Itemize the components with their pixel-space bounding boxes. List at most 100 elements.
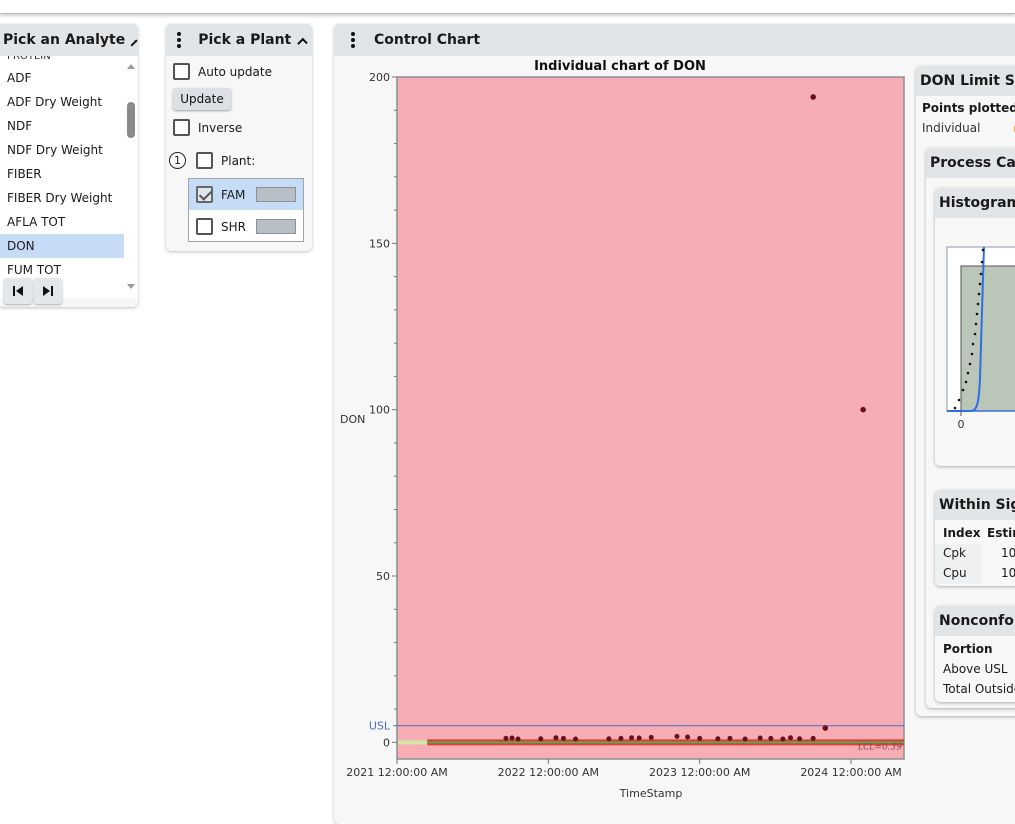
- plant-panel-header[interactable]: Pick a Plant: [166, 24, 312, 56]
- plant-item-shr[interactable]: SHR: [189, 211, 303, 242]
- cdf-dot: [968, 362, 972, 366]
- analyte-item-afla-tot[interactable]: AFLA TOT: [0, 210, 124, 234]
- analyte-item-fiber-dry-weight[interactable]: FIBER Dry Weight: [0, 186, 124, 210]
- first-item-button[interactable]: [4, 278, 32, 304]
- histogram-panel: Histogram 0: [935, 188, 1015, 466]
- kebab-menu-icon[interactable]: [172, 32, 186, 48]
- process-capability-header[interactable]: Process Cap: [926, 148, 1015, 178]
- data-point[interactable]: [780, 736, 786, 742]
- y-tick-label: 50: [376, 570, 390, 583]
- plant-fam-color-swatch[interactable]: [256, 187, 296, 202]
- cdf-dot: [971, 342, 975, 346]
- histogram-chart[interactable]: 0: [935, 218, 1015, 466]
- data-point[interactable]: [573, 736, 579, 742]
- chevron-up-icon[interactable]: [297, 37, 308, 48]
- data-point[interactable]: [503, 735, 509, 741]
- cdf-dot: [978, 282, 982, 286]
- cdf-dot: [974, 322, 978, 326]
- usl-label: USL: [369, 720, 391, 733]
- kebab-menu-icon[interactable]: [344, 32, 362, 48]
- outlier-point[interactable]: [810, 94, 816, 100]
- data-point[interactable]: [697, 735, 703, 741]
- nonconformance-header[interactable]: Nonconfor: [935, 606, 1015, 636]
- cdf-dot: [964, 380, 968, 384]
- y-axis-label: DON: [340, 413, 365, 426]
- data-point[interactable]: [787, 735, 793, 741]
- within-sigma-col-index: Index: [943, 526, 981, 540]
- cdf-dot: [961, 388, 965, 392]
- plant-label: Plant:: [221, 153, 256, 168]
- analyte-item-don[interactable]: DON: [0, 234, 124, 258]
- lcl-label: LCL=0.39: [858, 742, 902, 752]
- data-point[interactable]: [553, 735, 559, 741]
- individual-chart[interactable]: Individual chart of DON 050100150200USL …: [334, 56, 914, 805]
- analyte-panel-header[interactable]: Pick an Analyte: [0, 24, 138, 56]
- data-point[interactable]: [636, 735, 642, 741]
- data-point[interactable]: [757, 735, 763, 741]
- within-sigma-row-cpk-estimate: 10: [1001, 546, 1015, 560]
- x-tick-label: 2022 12:00:00 AM: [498, 766, 599, 779]
- data-point[interactable]: [509, 735, 515, 741]
- data-point[interactable]: [742, 736, 748, 742]
- list-item-partial[interactable]: PROTEIN: [0, 56, 138, 66]
- y-tick-label: 100: [369, 404, 390, 417]
- data-point[interactable]: [797, 736, 803, 742]
- data-point[interactable]: [768, 735, 774, 741]
- outlier-point[interactable]: [822, 725, 829, 731]
- points-plotted-header: Points plotted: [922, 101, 1015, 115]
- cdf-dot: [980, 260, 984, 264]
- inverse-checkbox[interactable]: [173, 119, 190, 136]
- plant-shr-checkbox[interactable]: [196, 218, 213, 235]
- within-sigma-row-cpk-index: Cpk: [943, 546, 966, 560]
- data-point[interactable]: [606, 736, 612, 742]
- cdf-dot: [957, 398, 961, 402]
- data-point[interactable]: [618, 735, 624, 741]
- auto-update-checkbox[interactable]: [173, 63, 190, 80]
- analyte-item-ndf[interactable]: NDF: [0, 114, 124, 138]
- plot-area[interactable]: [396, 76, 905, 760]
- analyte-item-adf[interactable]: ADF: [0, 66, 124, 90]
- analyte-item-adf-dry-weight[interactable]: ADF Dry Weight: [0, 90, 124, 114]
- scroll-up-arrow-icon[interactable]: [127, 64, 135, 69]
- last-item-button[interactable]: [34, 278, 62, 304]
- plant-shr-label: SHR: [221, 219, 246, 234]
- data-point[interactable]: [648, 734, 654, 740]
- data-point[interactable]: [674, 733, 680, 739]
- data-point[interactable]: [810, 735, 816, 741]
- data-point[interactable]: [515, 736, 521, 742]
- analyte-item-fiber[interactable]: FIBER: [0, 162, 124, 186]
- analyte-panel-title: Pick an Analyte: [3, 32, 126, 48]
- control-chart-header[interactable]: Control Chart: [334, 24, 1015, 56]
- data-point[interactable]: [538, 736, 544, 742]
- plant-fam-checkbox[interactable]: [196, 186, 213, 203]
- cdf-dot: [973, 332, 977, 336]
- pre-period-band: [398, 740, 428, 745]
- nonconformance-title: Nonconfor: [939, 613, 1015, 629]
- data-point[interactable]: [560, 735, 566, 741]
- histogram-xtick-label: 0: [958, 418, 965, 431]
- auto-update-row[interactable]: Auto update: [173, 63, 272, 80]
- data-point[interactable]: [727, 735, 733, 741]
- skip-first-icon: [12, 285, 24, 297]
- points-plotted-row-label: Individual: [922, 121, 981, 135]
- within-sigma-header[interactable]: Within Sigr: [935, 490, 1015, 520]
- plant-shr-color-swatch[interactable]: [256, 219, 296, 234]
- data-point[interactable]: [629, 735, 635, 741]
- plant-item-fam[interactable]: FAM: [189, 179, 303, 210]
- data-point[interactable]: [715, 736, 721, 742]
- scroll-down-arrow-icon[interactable]: [127, 284, 135, 289]
- plant-all-checkbox[interactable]: [196, 152, 213, 169]
- chevron-up-icon[interactable]: [130, 38, 138, 47]
- inverse-label: Inverse: [198, 120, 243, 135]
- inverse-row[interactable]: Inverse: [173, 119, 242, 136]
- cdf-dot: [981, 248, 985, 252]
- data-point[interactable]: [685, 734, 691, 740]
- analyte-list-scrollbar[interactable]: [124, 56, 138, 298]
- update-button[interactable]: Update: [173, 88, 231, 110]
- outlier-point[interactable]: [860, 406, 866, 413]
- scrollbar-thumb[interactable]: [127, 102, 135, 138]
- analyte-item-ndf-dry-weight[interactable]: NDF Dry Weight: [0, 138, 124, 162]
- limit-summary-header[interactable]: DON Limit Su: [916, 66, 1015, 96]
- cdf-dot: [979, 272, 983, 276]
- histogram-header[interactable]: Histogram: [935, 188, 1015, 218]
